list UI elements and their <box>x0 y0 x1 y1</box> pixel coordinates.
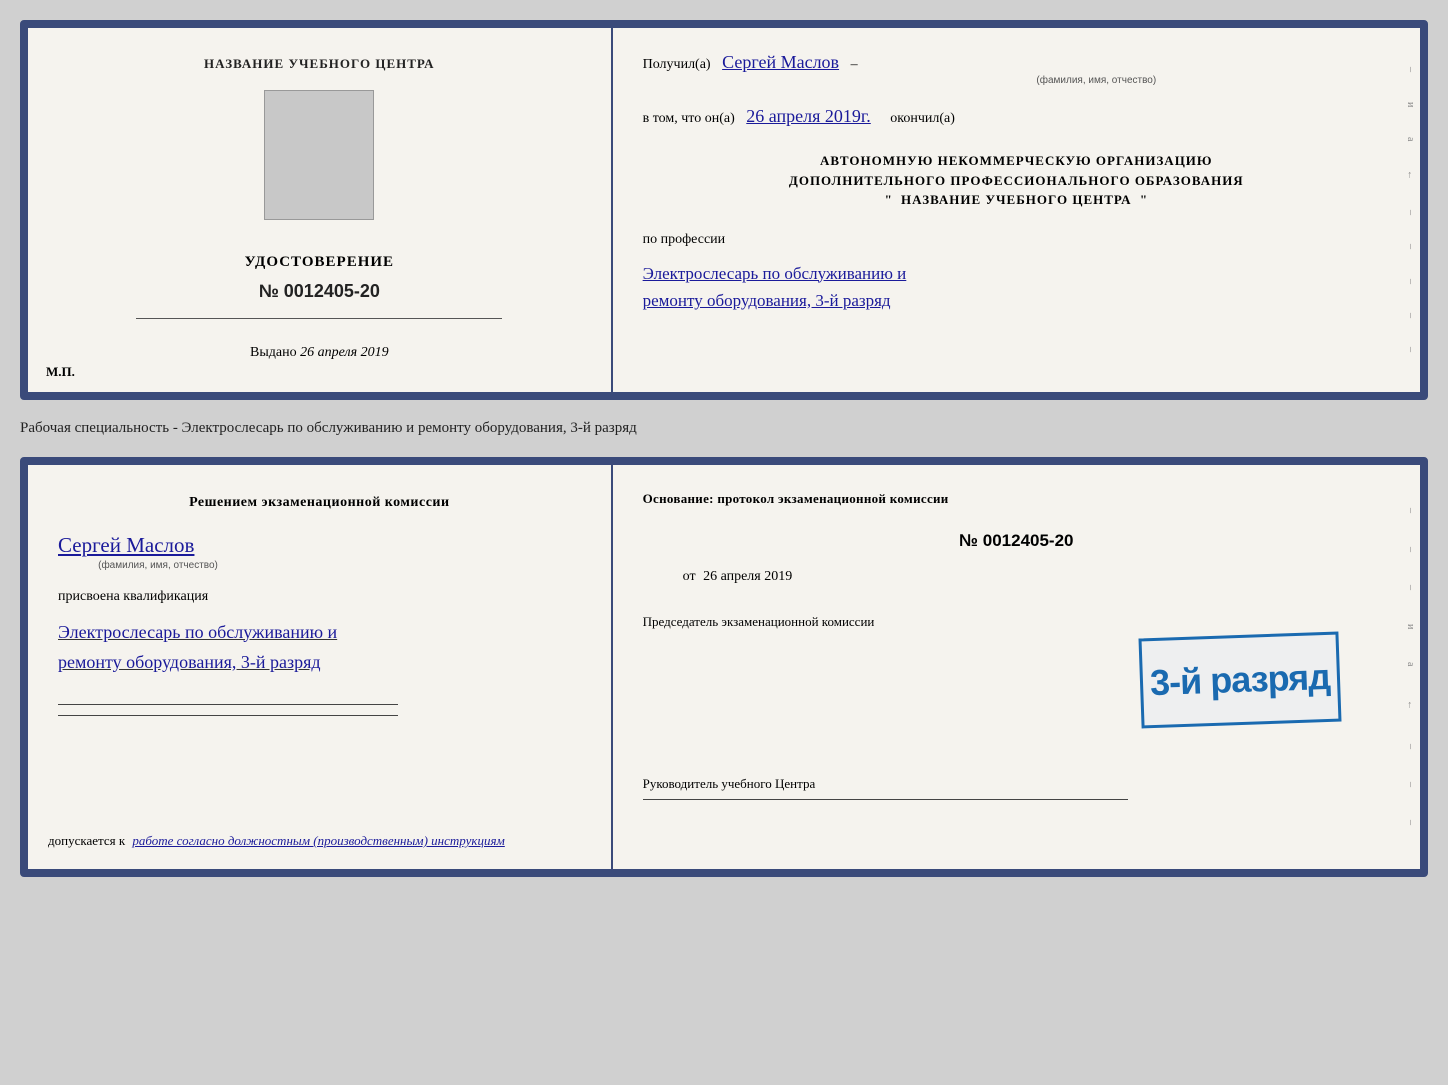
ruk-block: Руководитель учебного Центра <box>643 725 1390 800</box>
certificate-card-top: НАЗВАНИЕ УЧЕБНОГО ЦЕНТРА УДОСТОВЕРЕНИЕ №… <box>20 20 1428 400</box>
between-label: Рабочая специальность - Электрослесарь п… <box>20 416 1428 441</box>
prisvoena-label: присвоена квалификация <box>58 589 581 605</box>
org-quote-open: " <box>885 192 893 207</box>
po-professii-label: по профессии <box>643 232 726 247</box>
side-mark-8: – <box>1405 313 1416 318</box>
org-line1: АВТОНОМНУЮ НЕКОММЕРЧЕСКУЮ ОРГАНИЗАЦИЮ <box>643 151 1390 171</box>
side-mark-5: – <box>1405 210 1416 215</box>
photo-placeholder <box>264 90 374 220</box>
org-quote-close: " <box>1140 192 1148 207</box>
side-mark-b2: – <box>1405 547 1416 552</box>
org-line3: " НАЗВАНИЕ УЧЕБНОГО ЦЕНТРА " <box>643 190 1390 210</box>
line-separator <box>136 318 502 319</box>
side-marks-right-bottom: – – – и а ← – – – <box>1405 465 1416 869</box>
komissia-fio-caption: (фамилия, имя, отчество) <box>58 560 258 571</box>
side-mark-b4: и <box>1405 624 1416 629</box>
org-block: АВТОНОМНУЮ НЕКОММЕРЧЕСКУЮ ОРГАНИЗАЦИЮ ДО… <box>643 151 1390 210</box>
side-mark-b6: ← <box>1405 700 1416 710</box>
vtom-prefix: в том, что он(а) <box>643 111 735 126</box>
side-mark-4: ← <box>1405 170 1416 180</box>
side-mark-1: – <box>1405 67 1416 72</box>
vydano-date: 26 апреля 2019 <box>300 345 388 360</box>
vtom-date: 26 апреля 2019г. <box>746 106 871 126</box>
side-mark-b7: – <box>1405 744 1416 749</box>
mp-label: М.П. <box>46 364 75 380</box>
profession-line2: ремонту оборудования, 3-й разряд <box>643 287 1390 314</box>
qual-line1: Электрослесарь по обслуживанию и <box>58 617 581 648</box>
page-wrapper: НАЗВАНИЕ УЧЕБНОГО ЦЕНТРА УДОСТОВЕРЕНИЕ №… <box>20 20 1428 877</box>
side-mark-7: – <box>1405 279 1416 284</box>
komissia-title: Решением экзаменационной комиссии <box>58 493 581 513</box>
poluchil-prefix: Получил(а) <box>643 57 711 72</box>
signature-lines-block <box>58 700 581 716</box>
certificate-card-bottom: Решением экзаменационной комиссии Сергей… <box>20 457 1428 877</box>
ruk-sig-line <box>643 799 1129 800</box>
udost-number: № 0012405-20 <box>259 281 380 302</box>
school-name-top-left: НАЗВАНИЕ УЧЕБНОГО ЦЕНТРА <box>204 56 435 72</box>
side-mark-b9: – <box>1405 820 1416 825</box>
side-mark-9: – <box>1405 347 1416 352</box>
cert-left-panel: НАЗВАНИЕ УЧЕБНОГО ЦЕНТРА УДОСТОВЕРЕНИЕ №… <box>28 28 613 392</box>
osnov-text: Основание: протокол экзаменационной коми… <box>643 489 1390 509</box>
vydano-prefix: Выдано <box>250 345 297 360</box>
vtom-suffix: окончил(а) <box>890 111 955 126</box>
komissia-name: Сергей Маслов <box>58 533 581 558</box>
sig-line-1 <box>58 704 398 705</box>
side-mark-b1: – <box>1405 508 1416 513</box>
dopuskaetsya-block: допускается к работе согласно должностны… <box>48 833 591 849</box>
ot-date-value: 26 апреля 2019 <box>703 569 792 584</box>
dopusk-prefix: допускается к <box>48 833 125 848</box>
org-name: НАЗВАНИЕ УЧЕБНОГО ЦЕНТРА <box>901 192 1132 207</box>
proto-number: № 0012405-20 <box>643 531 1390 551</box>
udost-label: УДОСТОВЕРЕНИЕ <box>245 254 395 271</box>
side-mark-6: – <box>1405 244 1416 249</box>
predsedatel-label: Председатель экзаменационной комиссии <box>643 613 1390 631</box>
stamp-text: 3-й разряд <box>1149 656 1330 704</box>
ot-label: от <box>683 569 696 584</box>
poluchil-row: Получил(а) Сергей Маслов – (фамилия, имя… <box>643 52 1390 86</box>
vtom-row: в том, что он(а) 26 апреля 2019г. окончи… <box>643 106 1390 127</box>
komissia-name-block: Сергей Маслов (фамилия, имя, отчество) <box>58 527 581 571</box>
side-marks-right: – и а ← – – – – – <box>1405 28 1416 392</box>
profession-handwritten-block: Электрослесарь по обслуживанию и ремонту… <box>643 260 1390 314</box>
po-professii-row: по профессии <box>643 232 1390 248</box>
poluchil-name: Сергей Маслов <box>722 52 839 72</box>
bottom-left-panel: Решением экзаменационной комиссии Сергей… <box>28 465 613 869</box>
side-mark-b5: а <box>1405 662 1416 666</box>
ot-date-row: от 26 апреля 2019 <box>643 569 1390 585</box>
ruk-label: Руководитель учебного Центра <box>643 775 1390 793</box>
vydano-line: Выдано 26 апреля 2019 <box>250 345 389 361</box>
side-mark-b3: – <box>1405 585 1416 590</box>
sig-line-2 <box>58 715 398 716</box>
side-mark-b8: – <box>1405 782 1416 787</box>
org-line2: ДОПОЛНИТЕЛЬНОГО ПРОФЕССИОНАЛЬНОГО ОБРАЗО… <box>643 171 1390 191</box>
side-mark-2: и <box>1405 102 1416 107</box>
bottom-right-panel: Основание: протокол экзаменационной коми… <box>613 465 1420 869</box>
qual-line2: ремонту оборудования, 3-й разряд <box>58 647 581 678</box>
fio-caption: (фамилия, имя, отчество) <box>803 75 1390 86</box>
qual-block: Электрослесарь по обслуживанию и ремонту… <box>58 617 581 678</box>
stamp-box: 3-й разряд <box>1138 632 1341 729</box>
cert-right-panel: Получил(а) Сергей Маслов – (фамилия, имя… <box>613 28 1420 392</box>
dopusk-text: работе согласно должностным (производств… <box>132 833 504 848</box>
side-mark-3: а <box>1405 137 1416 141</box>
profession-line1: Электрослесарь по обслуживанию и <box>643 260 1390 287</box>
